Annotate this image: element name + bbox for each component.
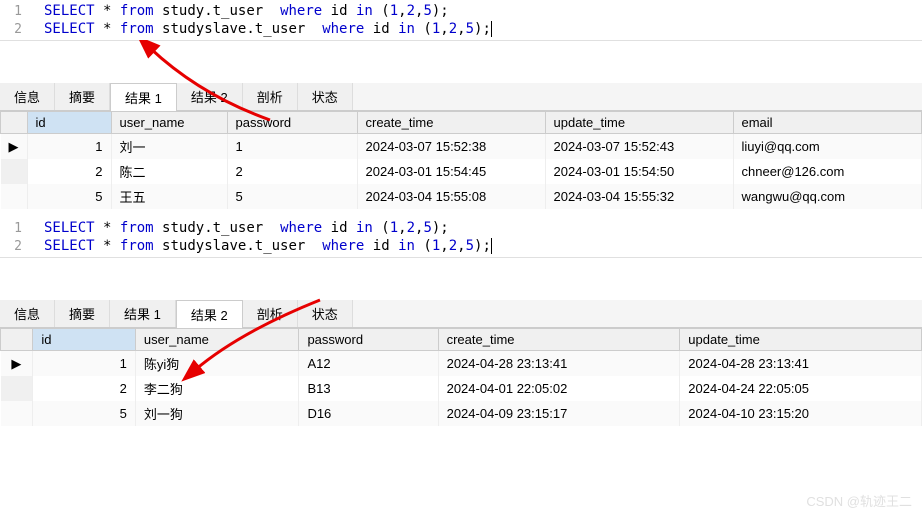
sql-editor-1[interactable]: 1 SELECT * from study.t_user where id in… (0, 0, 922, 41)
table-row[interactable]: 2 陈二 2 2024-03-01 15:54:45 2024-03-01 15… (1, 159, 922, 184)
cell-update-time[interactable]: 2024-04-10 23:15:20 (680, 401, 922, 426)
cell-email[interactable]: wangwu@qq.com (733, 184, 922, 209)
tab-result-1[interactable]: 结果 1 (110, 83, 177, 111)
sql-content: SELECT * from studyslave.t_user where id… (36, 21, 492, 37)
cell-user-name[interactable]: 刘一 (111, 134, 227, 160)
line-number: 2 (0, 239, 36, 254)
result-tabs-2: 信息 摘要 结果 1 结果 2 剖析 状态 (0, 300, 922, 328)
cell-update-time[interactable]: 2024-03-01 15:54:50 (545, 159, 733, 184)
tab-result-2[interactable]: 结果 2 (177, 83, 243, 110)
col-user-name[interactable]: user_name (135, 329, 299, 351)
cell-id[interactable]: 1 (33, 351, 136, 377)
cell-create-time[interactable]: 2024-03-04 15:55:08 (357, 184, 545, 209)
sql-line: 1 SELECT * from study.t_user where id in… (0, 2, 922, 20)
cell-update-time[interactable]: 2024-04-24 22:05:05 (680, 376, 922, 401)
result-grid-2[interactable]: id user_name password create_time update… (0, 328, 922, 426)
cell-password[interactable]: 2 (227, 159, 357, 184)
col-create-time[interactable]: create_time (438, 329, 680, 351)
sql-editor-2[interactable]: 1 SELECT * from study.t_user where id in… (0, 217, 922, 258)
table-row[interactable]: 5 刘一狗 D16 2024-04-09 23:15:17 2024-04-10… (1, 401, 922, 426)
cell-id[interactable]: 2 (27, 159, 111, 184)
row-marker-icon: ▶ (1, 351, 33, 377)
table-row[interactable]: 5 王五 5 2024-03-04 15:55:08 2024-03-04 15… (1, 184, 922, 209)
sql-line: 1 SELECT * from study.t_user where id in… (0, 219, 922, 237)
line-number: 2 (0, 22, 36, 37)
col-email[interactable]: email (733, 112, 922, 134)
row-marker-header (1, 329, 33, 351)
cell-user-name[interactable]: 陈二 (111, 159, 227, 184)
result-grid-1[interactable]: id user_name password create_time update… (0, 111, 922, 209)
col-update-time[interactable]: update_time (680, 329, 922, 351)
cell-id[interactable]: 1 (27, 134, 111, 160)
cell-user-name[interactable]: 王五 (111, 184, 227, 209)
cell-user-name[interactable]: 李二狗 (135, 376, 299, 401)
tab-summary[interactable]: 摘要 (55, 300, 110, 327)
table-row[interactable]: 2 李二狗 B13 2024-04-01 22:05:02 2024-04-24… (1, 376, 922, 401)
tab-result-2[interactable]: 结果 2 (176, 300, 243, 328)
cell-password[interactable]: A12 (299, 351, 438, 377)
cell-password[interactable]: D16 (299, 401, 438, 426)
result-tabs-1: 信息 摘要 结果 1 结果 2 剖析 状态 (0, 83, 922, 111)
cell-update-time[interactable]: 2024-04-28 23:13:41 (680, 351, 922, 377)
col-password[interactable]: password (299, 329, 438, 351)
table-row[interactable]: ▶ 1 陈yi狗 A12 2024-04-28 23:13:41 2024-04… (1, 351, 922, 377)
cell-password[interactable]: 1 (227, 134, 357, 160)
tab-profiling[interactable]: 剖析 (243, 300, 298, 327)
cell-email[interactable]: chneer@126.com (733, 159, 922, 184)
cell-update-time[interactable]: 2024-03-04 15:55:32 (545, 184, 733, 209)
tab-profiling[interactable]: 剖析 (243, 83, 298, 110)
col-update-time[interactable]: update_time (545, 112, 733, 134)
sql-line: 2 SELECT * from studyslave.t_user where … (0, 20, 922, 38)
tab-info[interactable]: 信息 (0, 300, 55, 327)
cell-create-time[interactable]: 2024-04-01 22:05:02 (438, 376, 680, 401)
tab-status[interactable]: 状态 (298, 83, 353, 110)
col-user-name[interactable]: user_name (111, 112, 227, 134)
cell-create-time[interactable]: 2024-03-07 15:52:38 (357, 134, 545, 160)
cell-id[interactable]: 5 (27, 184, 111, 209)
col-password[interactable]: password (227, 112, 357, 134)
tab-status[interactable]: 状态 (298, 300, 353, 327)
cell-user-name[interactable]: 刘一狗 (135, 401, 299, 426)
cell-create-time[interactable]: 2024-04-28 23:13:41 (438, 351, 680, 377)
cell-create-time[interactable]: 2024-04-09 23:15:17 (438, 401, 680, 426)
sql-line: 2 SELECT * from studyslave.t_user where … (0, 237, 922, 255)
watermark: CSDN @轨迹王二 (806, 491, 912, 510)
col-id[interactable]: id (27, 112, 111, 134)
cell-email[interactable]: liuyi@qq.com (733, 134, 922, 160)
cell-create-time[interactable]: 2024-03-01 15:54:45 (357, 159, 545, 184)
col-create-time[interactable]: create_time (357, 112, 545, 134)
cell-password[interactable]: B13 (299, 376, 438, 401)
cell-id[interactable]: 5 (33, 401, 136, 426)
table-header-row: id user_name password create_time update… (1, 112, 922, 134)
line-number: 1 (0, 4, 36, 19)
row-marker-icon: ▶ (1, 134, 28, 160)
col-id[interactable]: id (33, 329, 136, 351)
sql-content: SELECT * from studyslave.t_user where id… (36, 238, 492, 254)
sql-content: SELECT * from study.t_user where id in (… (36, 3, 449, 19)
cell-id[interactable]: 2 (33, 376, 136, 401)
row-marker-header (1, 112, 28, 134)
line-number: 1 (0, 221, 36, 236)
cell-password[interactable]: 5 (227, 184, 357, 209)
table-header-row: id user_name password create_time update… (1, 329, 922, 351)
tab-info[interactable]: 信息 (0, 83, 55, 110)
cell-update-time[interactable]: 2024-03-07 15:52:43 (545, 134, 733, 160)
tab-summary[interactable]: 摘要 (55, 83, 110, 110)
cell-user-name[interactable]: 陈yi狗 (135, 351, 299, 377)
table-row[interactable]: ▶ 1 刘一 1 2024-03-07 15:52:38 2024-03-07 … (1, 134, 922, 160)
sql-content: SELECT * from study.t_user where id in (… (36, 220, 449, 236)
tab-result-1[interactable]: 结果 1 (110, 300, 176, 327)
